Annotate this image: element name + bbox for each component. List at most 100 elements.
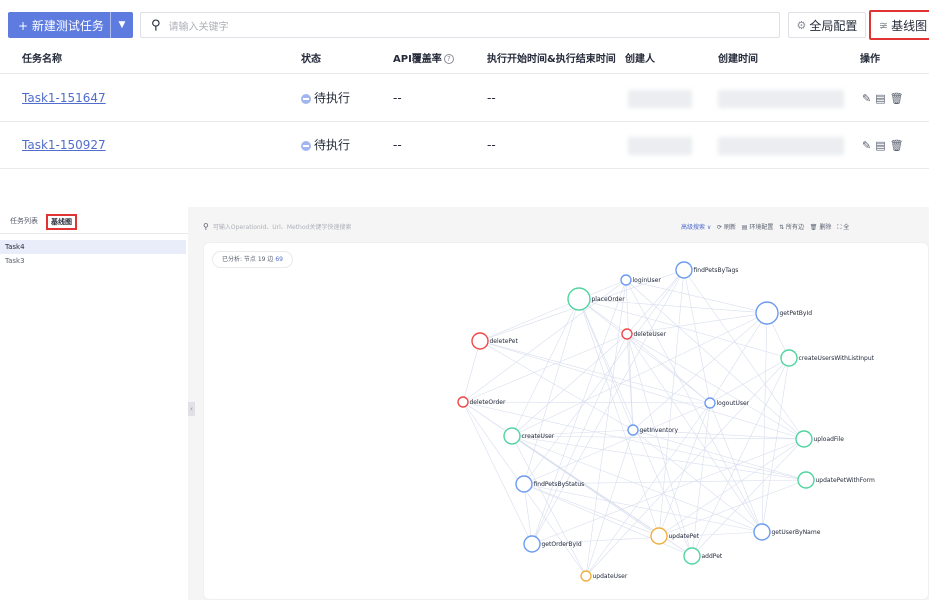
graph-node-logoutUser[interactable]: logoutUser xyxy=(704,397,750,409)
toolbar: + 新建测试任务 ▼ ⚲ 请输入关键字 ⚙ 全局配置 ≆ 基线图 xyxy=(8,10,929,40)
all-edges-button[interactable]: 所有边 xyxy=(786,224,804,231)
search-input[interactable]: ⚲ 请输入关键字 xyxy=(140,12,780,38)
node-circle[interactable] xyxy=(683,547,701,565)
node-circle[interactable] xyxy=(503,427,521,445)
graph-edge xyxy=(585,357,790,577)
status-cell: 待执行 xyxy=(301,75,350,122)
graph-node-deleteUser[interactable]: deleteUser xyxy=(621,328,667,340)
graph-edge xyxy=(523,402,711,485)
graph-node-getInventory[interactable]: getInventory xyxy=(627,424,679,436)
header-actions: 操作 xyxy=(860,54,880,65)
coverage-cell: -- xyxy=(393,138,402,152)
graph-node-addPet[interactable]: addPet xyxy=(683,547,723,565)
search-placeholder: 请输入关键字 xyxy=(168,21,229,33)
node-circle[interactable] xyxy=(457,396,469,408)
graph-edge xyxy=(462,401,533,545)
sidebar-item-task4[interactable]: Task4 xyxy=(0,240,186,254)
graph-toolbar: ⚲ 可输入OperationId、Url、Method关键字快速搜索 高级搜索 ∨… xyxy=(203,222,929,236)
global-config-button[interactable]: ⚙ 全局配置 xyxy=(788,12,866,38)
new-task-button[interactable]: + 新建测试任务 ▼ xyxy=(8,12,133,38)
node-circle[interactable] xyxy=(523,535,541,553)
dependency-graph[interactable]: loginUser findPetsByTags placeOrder getPetB… xyxy=(203,242,929,600)
table-row: Task1-151647 待执行 -- -- ✎ ▤ 🗑 xyxy=(0,75,929,122)
refresh-icon[interactable]: ⟳ xyxy=(717,224,722,231)
node-circle[interactable] xyxy=(580,570,592,582)
graph-canvas[interactable]: loginUser findPetsByTags placeOrder getPetB… xyxy=(204,243,929,601)
edit-icon[interactable]: ✎ xyxy=(862,139,871,152)
graph-node-loginUser[interactable]: loginUser xyxy=(620,274,661,286)
task-name-link[interactable]: Task1-151647 xyxy=(22,75,106,122)
fullscreen-icon[interactable]: ⛶ xyxy=(837,224,841,231)
tab-task-list[interactable]: 任务列表 xyxy=(6,214,42,230)
edit-icon[interactable]: ✎ xyxy=(862,92,871,105)
stats-prefix: 已分析: 节点 xyxy=(222,256,256,263)
env-config-button[interactable]: 环境配置 xyxy=(749,224,773,231)
node-circle[interactable] xyxy=(797,471,815,489)
dropdown-caret-icon[interactable]: ▼ xyxy=(111,20,133,30)
graph-node-getUserByName[interactable]: getUserByName xyxy=(753,523,821,541)
graph-node-deleteOrder[interactable]: deleteOrder xyxy=(457,396,506,408)
graph-node-updateUser[interactable]: updateUser xyxy=(580,570,628,582)
report-icon[interactable]: ▤ xyxy=(875,92,885,105)
node-circle[interactable] xyxy=(567,287,591,311)
edges-icon[interactable]: ⇅ xyxy=(779,224,784,231)
graph-edge xyxy=(683,269,711,404)
advanced-search-button[interactable]: 高级搜索 ∨ xyxy=(681,224,711,231)
node-circle[interactable] xyxy=(780,349,798,367)
pending-status-icon xyxy=(301,93,311,104)
graph-search-input[interactable]: 可输入OperationId、Url、Method关键字快速搜索 xyxy=(213,224,351,231)
node-circle[interactable] xyxy=(755,301,779,325)
graph-node-getOrderById[interactable]: getOrderById xyxy=(523,535,582,553)
node-circle[interactable] xyxy=(795,430,813,448)
divider xyxy=(0,233,188,234)
graph-node-uploadFile[interactable]: uploadFile xyxy=(795,430,844,448)
task-name-link[interactable]: Task1-150927 xyxy=(22,122,106,169)
table-header: 任务名称 状态 API覆盖率? 执行开始时间&执行结束时间 创建人 创建时间 操… xyxy=(0,46,929,74)
sidebar-item-task3[interactable]: Task3 xyxy=(0,254,186,268)
baseline-panel: 任务列表 基线图 Task4 Task3 ‹ ⚲ 可输入OperationId、U… xyxy=(0,207,929,600)
graph-node-updatePetWithForm[interactable]: updatePetWithForm xyxy=(797,471,875,489)
tab-baseline[interactable]: 基线图 xyxy=(46,214,77,230)
node-circle[interactable] xyxy=(471,332,489,350)
baseline-button[interactable]: ≆ 基线图 xyxy=(869,10,929,40)
node-circle[interactable] xyxy=(621,328,633,340)
node-circle[interactable] xyxy=(675,261,693,279)
node-label: placeOrder xyxy=(592,296,626,303)
task-sidebar: 任务列表 基线图 Task4 Task3 xyxy=(0,207,188,600)
graph-actions: 高级搜索 ∨ ⟳ 刷新 ▤ 环境配置 ⇅ 所有边 🗑 删除 ⛶ 全 xyxy=(681,222,849,232)
node-label: logoutUser xyxy=(717,400,750,407)
help-icon[interactable]: ? xyxy=(443,54,454,64)
row-actions: ✎ ▤ 🗑 xyxy=(862,122,908,169)
graph-node-getPetById[interactable]: getPetById xyxy=(755,301,812,325)
node-circle[interactable] xyxy=(620,274,632,286)
graph-edge xyxy=(462,340,481,403)
stats-nodes: 19 xyxy=(257,256,266,263)
graph-node-createUser[interactable]: createUser xyxy=(503,427,555,445)
new-task-label[interactable]: + 新建测试任务 xyxy=(8,17,110,34)
graph-edge xyxy=(626,333,805,440)
node-circle[interactable] xyxy=(704,397,716,409)
graph-edge xyxy=(531,269,685,545)
graph-node-createUsersWithListInput[interactable]: createUsersWithListInput xyxy=(780,349,875,367)
delete-button[interactable]: 删除 xyxy=(819,224,831,231)
node-circle[interactable] xyxy=(627,424,639,436)
node-label: deletePet xyxy=(490,338,519,345)
collapse-handle-icon[interactable]: ‹ xyxy=(188,402,195,416)
node-label: getInventory xyxy=(640,427,679,434)
status-text: 待执行 xyxy=(314,91,351,105)
pending-status-icon xyxy=(301,140,311,151)
graph-node-findPetsByTags[interactable]: findPetsByTags xyxy=(675,261,738,279)
node-circle[interactable] xyxy=(753,523,771,541)
delete-icon[interactable]: 🗑 xyxy=(810,224,818,231)
refresh-button[interactable]: 刷新 xyxy=(724,224,736,231)
delete-icon[interactable]: 🗑 xyxy=(890,139,904,152)
header-coverage: API覆盖率? xyxy=(393,46,454,74)
node-circle[interactable] xyxy=(650,527,668,545)
delete-icon[interactable]: 🗑 xyxy=(890,92,904,105)
header-coverage-label: API覆盖率 xyxy=(393,54,442,65)
report-icon[interactable]: ▤ xyxy=(875,139,885,152)
node-circle[interactable] xyxy=(515,475,533,493)
fullscreen-button[interactable]: 全 xyxy=(843,224,849,231)
graph-node-updatePet[interactable]: updatePet xyxy=(650,527,700,545)
env-icon[interactable]: ▤ xyxy=(742,224,748,231)
